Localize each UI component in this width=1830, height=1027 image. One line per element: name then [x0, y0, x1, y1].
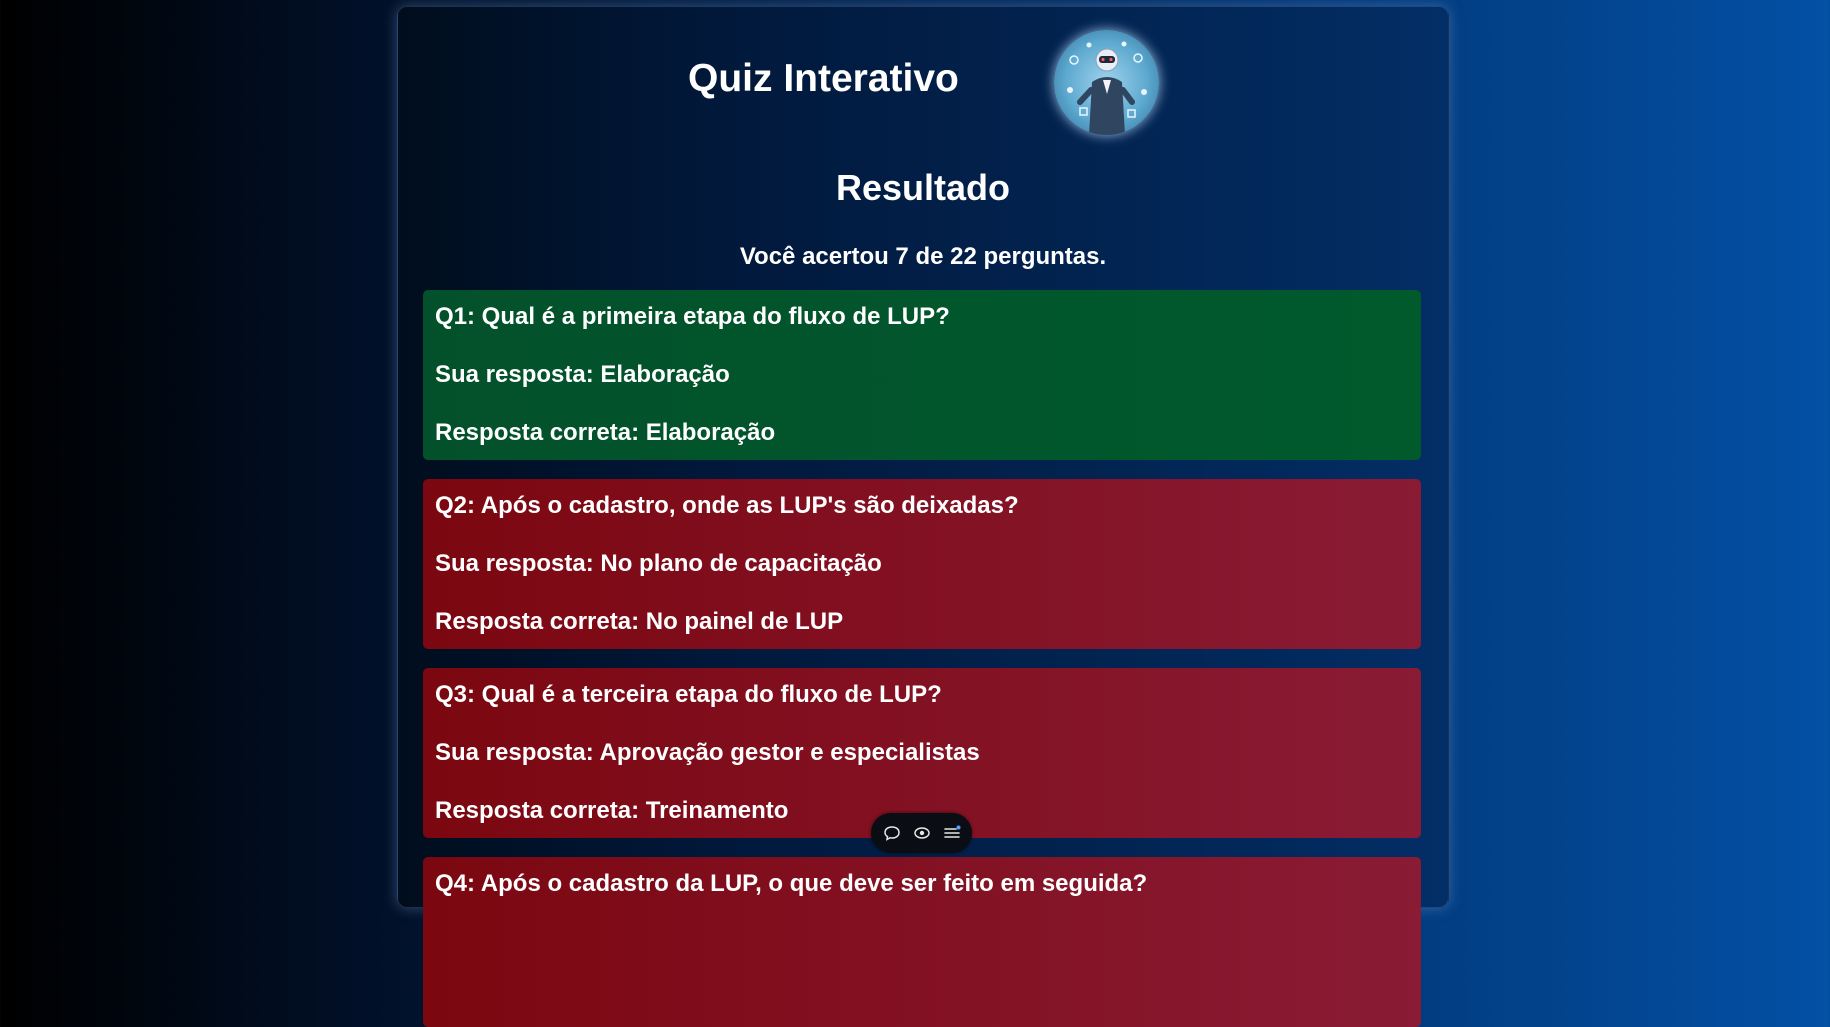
header: Quiz Interativo	[398, 7, 1448, 135]
menu-icon	[943, 825, 960, 838]
chat-button[interactable]	[882, 823, 902, 843]
chat-icon	[883, 826, 900, 841]
menu-button[interactable]	[942, 823, 962, 843]
score-summary: Você acertou 7 de 22 perguntas.	[739, 243, 1107, 270]
your-answer: Sua resposta: No plano de capacitação	[435, 550, 882, 577]
result-title: Resultado	[835, 167, 1011, 208]
question-text: Q2: Após o cadastro, onde as LUP's são d…	[435, 492, 1019, 519]
question-card-q2: Q2: Após o cadastro, onde as LUP's são d…	[423, 479, 1421, 649]
correct-answer: Resposta correta: Elaboração	[435, 419, 776, 446]
quiz-container: Quiz Interativo Resultado Você acertou 7…	[397, 6, 1449, 1027]
question-text: Q3: Qual é a terceira etapa do fluxo de …	[435, 681, 942, 708]
app-title: Quiz Interativo	[688, 57, 959, 100]
question-card-q1: Q1: Qual é a primeira etapa do fluxo de …	[423, 290, 1421, 460]
correct-answer: Resposta correta: No painel de LUP	[435, 608, 844, 635]
floating-toolbar	[871, 813, 972, 853]
view-button[interactable]	[912, 823, 932, 843]
your-answer: Sua resposta: Elaboração	[435, 361, 730, 388]
question-text: Q4: Após o cadastro da LUP, o que deve s…	[435, 870, 1148, 897]
your-answer: Sua resposta: Aprovação gestor e especia…	[435, 739, 980, 766]
eye-icon	[913, 827, 930, 839]
correct-answer: Resposta correta: Treinamento	[435, 797, 789, 824]
question-card-q4: Q4: Após o cadastro da LUP, o que deve s…	[423, 857, 1421, 1027]
robot-avatar	[1054, 30, 1159, 135]
question-text: Q1: Qual é a primeira etapa do fluxo de …	[435, 303, 950, 330]
